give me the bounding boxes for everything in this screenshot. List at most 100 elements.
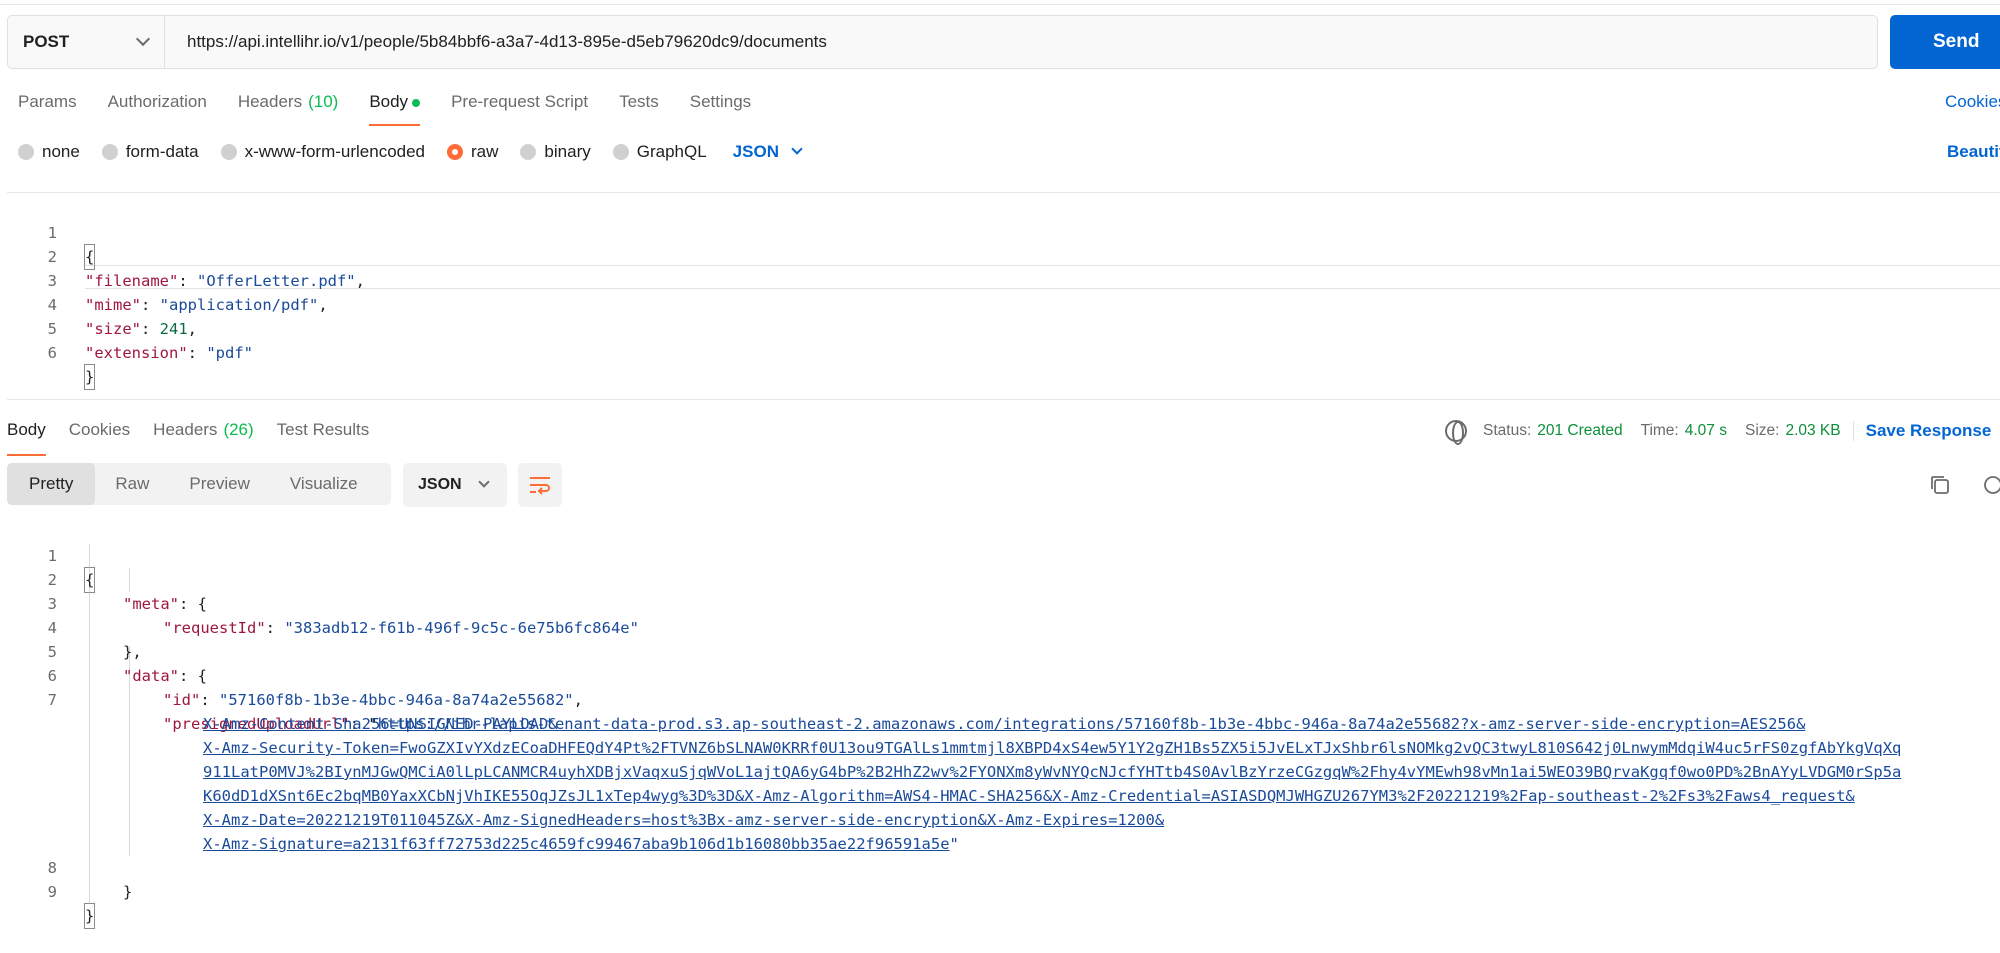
json-comma: , [318,296,328,314]
presigned-url-link[interactable]: https://ihr-lapis-tenant-data-prod.s3.ap… [378,715,1806,733]
radio-urlencoded[interactable]: x-www-form-urlencoded [220,142,426,162]
wrap-lines-button[interactable] [518,463,562,507]
resp-tab-test-results[interactable]: Test Results [277,420,370,440]
resp-tab-body[interactable]: Body [7,420,46,456]
tab-headers[interactable]: Headers (10) [238,92,339,112]
size-label: Size: [1744,422,1780,439]
radio-form-data[interactable]: form-data [101,142,199,162]
radio-raw[interactable]: raw [447,142,498,162]
beautify-button[interactable]: Beautify [1947,142,2000,162]
json-sep: : [141,320,160,338]
view-visualize[interactable]: Visualize [270,463,378,505]
code-line: 2 "meta": { [7,544,207,613]
json-comma: , [573,691,583,709]
tab-params[interactable]: Params [18,92,77,112]
chevron-down-icon [477,476,490,488]
tab-pre-request-script[interactable]: Pre-request Script [451,92,588,112]
cookies-link[interactable]: Cookies [1945,92,2000,112]
radio-binary[interactable]: binary [520,142,591,162]
presigned-url-link[interactable]: X-Amz-Signature=a2131f63ff72753d225c4659… [203,835,950,853]
code-text: "mime": "application/pdf", [85,293,328,317]
radio-binary-label: binary [544,142,591,161]
json-key: "data" [123,667,179,685]
url-input[interactable]: https://api.intellihr.io/v1/people/5b84b… [165,32,827,52]
response-format-select[interactable]: JSON [403,463,507,507]
code-line: 6 "id": "57160f8b-1b3e-4bbc-946a-8a74a2e… [7,640,583,709]
json-punc: : [265,619,285,637]
tab-body-label: Body [369,92,409,111]
radio-graphql-label: GraphQL [636,142,707,161]
method-select[interactable]: POST [8,16,165,68]
code-text: } [83,364,96,390]
size-value[interactable]: 2.03 KB [1785,422,1840,440]
presigned-url-link[interactable]: X-Amz-Content-Sha256=UNSIGNED-PAYLOAD& [203,712,558,736]
line-number: 6 [47,344,57,362]
request-body-editor[interactable]: 1 { 2 "filename": "OfferLetter.pdf", 3 "… [7,192,2000,400]
response-tabs: Body Cookies Headers (26) Test Results [7,420,392,456]
tab-authorization[interactable]: Authorization [108,92,207,112]
code-line: 2 "filename": "OfferLetter.pdf", [7,221,365,290]
code-text: "requestId": "383adb12-f61b-496f-9c5c-6e… [163,616,639,640]
language-select[interactable]: JSON [733,142,803,162]
body-type-options: none form-data x-www-form-urlencoded raw… [18,142,803,162]
json-sep: : [141,296,160,314]
json-key: "filename" [85,272,179,290]
presigned-url-link[interactable]: 911LatP0MVJ%2BIynMJGwQMCiA0lLpLCANMCR4uy… [203,760,1901,784]
resp-tab-cookies[interactable]: Cookies [69,420,130,440]
json-string: "383adb12-f61b-496f-9c5c-6e75b6fc864e" [284,619,639,637]
current-line-highlight [85,265,2000,289]
code-line: 6 } [7,317,96,390]
wrap-lines-icon [530,477,550,495]
tab-settings[interactable]: Settings [690,92,751,112]
tab-body[interactable]: Body [369,92,421,126]
save-response-button[interactable]: Save Response [1852,421,1991,441]
globe-icon[interactable] [1445,420,1467,445]
json-comma: , [187,320,198,338]
resp-tab-headers[interactable]: Headers (26) [153,420,254,440]
presigned-url-link[interactable]: K60dD1dXSnt6Ec2bqMB0YaxXCbNjVhIKE55OqJZs… [203,784,1855,808]
code-line-wrap: X-Amz-Signature=a2131f63ff72753d225c4659… [7,808,959,853]
status-value[interactable]: 201 Created [1537,422,1622,440]
url-bar: POST https://api.intellihr.io/v1/people/… [7,15,1878,69]
json-punc: : { [179,667,207,685]
json-string: "57160f8b-1b3e-4bbc-946a-8a74a2e55682" [219,691,574,709]
time-label: Time: [1640,422,1679,439]
code-line: 9 } [7,856,96,929]
radio-none[interactable]: none [18,142,80,162]
send-button[interactable]: Send [1890,15,2000,69]
code-text: "size": 241, [85,317,197,341]
code-line-wrap: 911LatP0MVJ%2BIynMJGwQMCiA0lLpLCANMCR4uy… [7,736,1901,781]
code-text: }, [123,643,142,661]
view-preview[interactable]: Preview [169,463,269,505]
view-pretty[interactable]: Pretty [7,463,96,505]
radio-urlencoded-label: x-www-form-urlencoded [244,142,426,161]
code-text: { [83,244,96,270]
response-status-bar: Status: 201 Created Time: 4.07 s Size: 2… [1445,420,1991,445]
presigned-url-link[interactable]: X-Amz-Date=20221219T011045Z&X-Amz-Signed… [203,808,1164,832]
radio-graphql[interactable]: GraphQL [612,142,707,162]
code-text: "filename": "OfferLetter.pdf", [85,269,365,293]
time-value[interactable]: 4.07 s [1685,422,1727,440]
line-number: 9 [47,883,57,901]
presigned-url-link[interactable]: X-Amz-Security-Token=FwoGZXIvYXdzECoaDHF… [203,736,1901,760]
json-key: "mime" [85,296,141,314]
response-body-viewer: 1 { 2 "meta": { 3 "requestId": "383adb12… [7,520,2000,929]
radio-raw-label: raw [471,142,499,161]
code-line: 1 { [7,520,96,593]
radio-icon [612,144,629,160]
response-format-label: JSON [418,476,462,493]
tab-tests[interactable]: Tests [619,92,659,112]
code-text: X-Amz-Signature=a2131f63ff72753d225c4659… [203,832,959,856]
json-key: "meta" [123,595,179,613]
json-sep: : [187,344,207,362]
copy-icon[interactable] [1929,474,1951,496]
view-raw[interactable]: Raw [95,463,169,505]
method-label: POST [23,32,70,51]
radio-icon [520,144,537,160]
code-line: 3 "mime": "application/pdf", [7,245,328,314]
search-icon[interactable] [1982,474,2000,496]
json-string: "application/pdf" [159,296,319,314]
json-comma: , [355,272,365,290]
json-string: "pdf" [206,344,253,362]
request-tabs: Params Authorization Headers (10) Body Pr… [18,92,782,126]
